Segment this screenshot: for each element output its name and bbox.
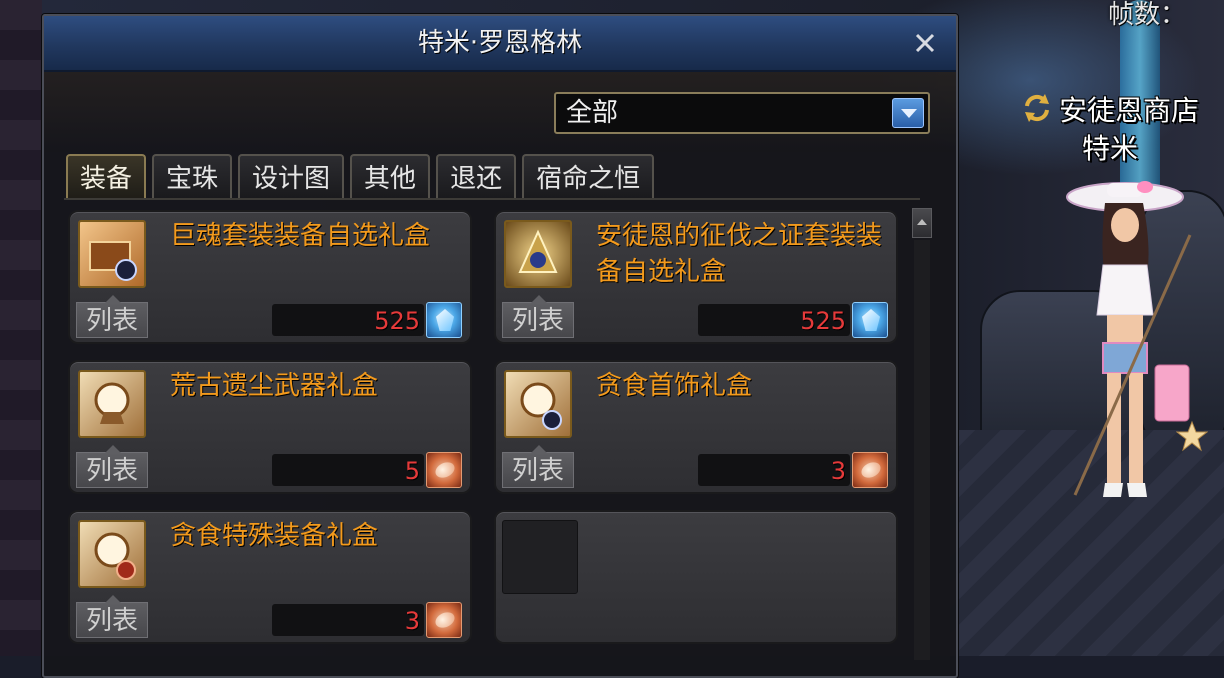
- coin-currency-icon: [426, 602, 462, 638]
- crystal-currency-icon: [426, 302, 462, 338]
- shop-item-card[interactable]: 荒古遗尘武器礼盒 列表 5: [68, 360, 472, 494]
- equipment-box-icon[interactable]: [78, 220, 146, 288]
- empty-item-slot: [502, 520, 578, 594]
- accessory-box-icon[interactable]: [504, 370, 572, 438]
- tab-equipment[interactable]: 装备: [66, 154, 147, 200]
- item-price: 3: [830, 457, 846, 485]
- shop-item-card[interactable]: 贪食特殊装备礼盒 列表 3: [68, 510, 472, 644]
- tab-orb[interactable]: 宝珠: [152, 154, 233, 198]
- list-button[interactable]: 列表: [76, 295, 148, 338]
- price-field: 3: [272, 604, 424, 636]
- weapon-box-icon[interactable]: [78, 370, 146, 438]
- window-titlebar[interactable]: 特米·罗恩格林: [44, 16, 956, 72]
- crystal-currency-icon: [852, 302, 888, 338]
- price-field: 525: [272, 304, 424, 336]
- item-name: 巨魂套装装备自选礼盒: [170, 221, 431, 251]
- window-title: 特米·罗恩格林: [417, 28, 583, 58]
- shop-item-card[interactable]: 贪食首饰礼盒 列表 3: [494, 360, 898, 494]
- category-filter-dropdown[interactable]: 全部: [554, 92, 930, 134]
- item-price: 3: [404, 607, 420, 635]
- swap-icon: [1024, 94, 1049, 122]
- item-name: 安徒恩的征伐之证套装装备自选礼盒: [596, 221, 883, 287]
- list-button[interactable]: 列表: [76, 445, 148, 488]
- npc-shop-name-row: 安徒恩商店: [1000, 92, 1220, 130]
- star-icon: [1176, 420, 1208, 452]
- item-name: 贪食特殊装备礼盒: [170, 521, 379, 551]
- scroll-up-button[interactable]: [912, 208, 932, 238]
- tab-blueprint[interactable]: 设计图: [238, 154, 345, 198]
- shop-item-card[interactable]: 安徒恩的征伐之证套装装备自选礼盒 列表 525: [494, 210, 898, 344]
- tab-return[interactable]: 退还: [436, 154, 517, 198]
- item-name: 贪食首饰礼盒: [596, 371, 753, 401]
- close-button[interactable]: [908, 26, 942, 60]
- list-button[interactable]: 列表: [502, 445, 574, 488]
- tab-other[interactable]: 其他: [350, 154, 431, 198]
- list-button[interactable]: 列表: [76, 595, 148, 638]
- npc-name: 特米: [1081, 132, 1138, 165]
- item-price: 525: [374, 307, 420, 335]
- scrollbar-track[interactable]: [914, 240, 930, 660]
- tab-destiny[interactable]: 宿命之恒: [522, 154, 655, 198]
- item-price: 5: [404, 457, 420, 485]
- npc-character-sprite[interactable]: [1055, 175, 1205, 525]
- item-name: 荒古遗尘武器礼盒: [170, 371, 379, 401]
- item-price: 525: [800, 307, 846, 335]
- price-field: 5: [272, 454, 424, 486]
- price-field: 3: [698, 454, 850, 486]
- npc-nameplate[interactable]: 安徒恩商店 特米: [1000, 92, 1220, 168]
- category-tabs: 装备 宝珠 设计图 其他 退还 宿命之恒: [66, 154, 655, 200]
- scene-wall-left: [0, 0, 42, 656]
- empty-item-card: [494, 510, 898, 644]
- special-box-icon[interactable]: [78, 520, 146, 588]
- chevron-down-icon[interactable]: [892, 98, 924, 128]
- shop-item-card[interactable]: 巨魂套装装备自选礼盒 列表 525: [68, 210, 472, 344]
- fps-counter-label: 帧数：: [1108, 0, 1187, 30]
- list-button[interactable]: 列表: [502, 295, 574, 338]
- price-field: 525: [698, 304, 850, 336]
- coin-currency-icon: [852, 452, 888, 488]
- tab-divider: [64, 198, 920, 200]
- coin-currency-icon: [426, 452, 462, 488]
- npc-shop-window: 特米·罗恩格林 全部 装备 宝珠 设计图 其他 退还 宿命之恒 巨魂套装装备自选…: [42, 14, 958, 678]
- close-icon: [915, 33, 935, 53]
- npc-shop-name: 安徒恩商店: [1058, 94, 1199, 127]
- equipment-box-icon[interactable]: [504, 220, 572, 288]
- filter-selected-value: 全部: [566, 98, 619, 128]
